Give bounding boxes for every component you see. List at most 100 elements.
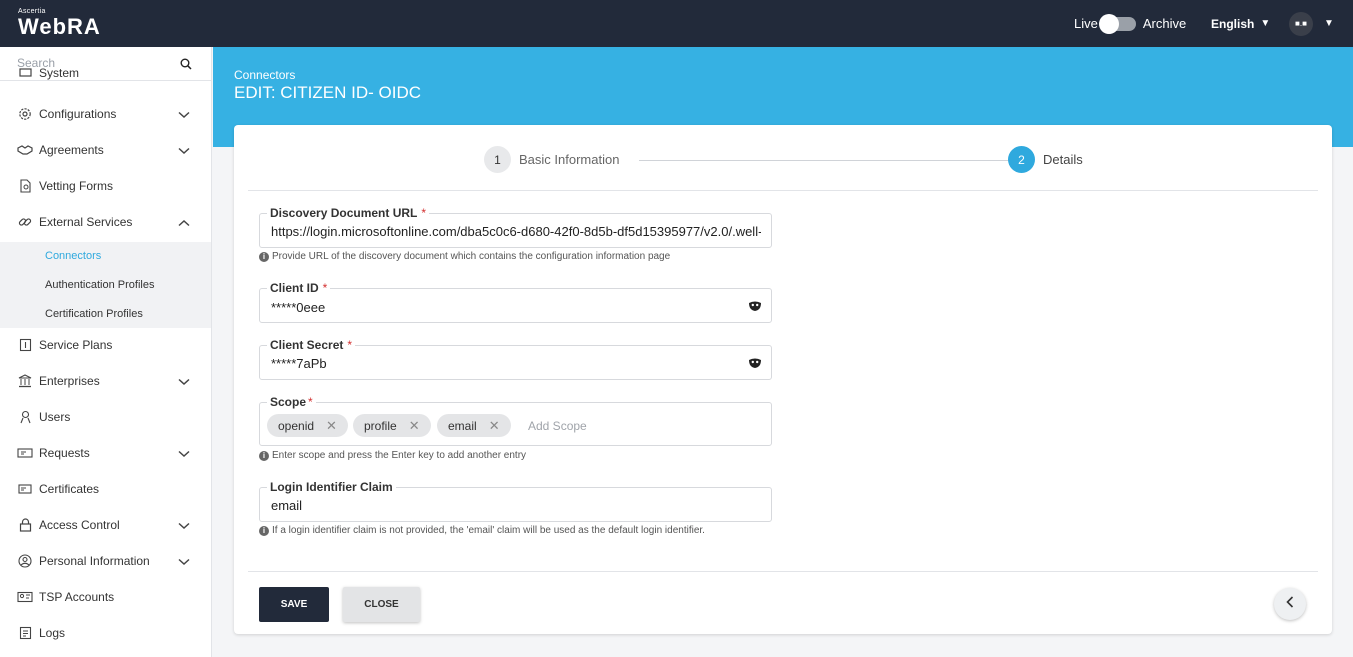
scope-chip: openid ✕ — [267, 414, 348, 437]
sidebar-item-external-services[interactable]: External Services — [0, 204, 211, 240]
sidebar-item-label: Service Plans — [39, 338, 113, 352]
client-id-label: Client ID — [270, 281, 319, 295]
login-claim-field[interactable]: Login Identifier Claim email — [259, 480, 772, 522]
step-label: Basic Information — [519, 152, 620, 167]
sidebar-item-label: Vetting Forms — [39, 179, 114, 193]
system-icon — [17, 65, 33, 81]
login-claim-label: Login Identifier Claim — [267, 480, 396, 494]
chevron-down-icon — [178, 375, 190, 389]
sidebar-subitem-certification-profiles[interactable]: Certification Profiles — [45, 308, 143, 320]
sidebar-item-requests[interactable]: Requests — [0, 435, 211, 471]
avatar: ■.■ — [1289, 11, 1313, 36]
user-circle-icon — [17, 553, 33, 569]
sidebar-subitem-connectors[interactable]: Connectors — [45, 250, 101, 262]
archive-label: Archive — [1142, 16, 1187, 31]
close-icon[interactable]: ✕ — [326, 418, 337, 434]
sidebar-item-agreements[interactable]: Agreements — [0, 132, 211, 168]
language-selector[interactable]: English ▼ — [1211, 0, 1270, 47]
sidebar-item-system[interactable]: System — [0, 63, 211, 83]
add-scope-input[interactable]: Add Scope — [528, 419, 587, 433]
client-secret-label: Client Secret — [270, 338, 344, 352]
step-basic-information[interactable]: 1 Basic Information — [484, 146, 619, 173]
sidebar-item-service-plans[interactable]: Service Plans — [0, 327, 211, 363]
field-label: Discovery Document URL * — [267, 206, 430, 220]
chevron-down-icon: ▼ — [1260, 18, 1271, 29]
sidebar-item-label: External Services — [39, 215, 133, 229]
login-claim-value: email — [271, 498, 303, 513]
required-marker: * — [308, 395, 313, 409]
field-label: Client Secret * — [267, 338, 356, 352]
close-icon[interactable]: ✕ — [409, 418, 420, 434]
language-label: English — [1211, 16, 1255, 31]
mask-toggle-icon[interactable] — [748, 299, 762, 317]
breadcrumb[interactable]: Connectors — [234, 68, 295, 82]
sidebar-item-tsp-accounts[interactable]: TSP Accounts — [0, 579, 211, 615]
sidebar: System Configurations Agreements Vetting… — [0, 47, 212, 657]
user-badge-icon — [17, 409, 33, 425]
chip-label: email — [448, 418, 477, 433]
hint-text: Provide URL of the discovery document wh… — [272, 251, 671, 262]
hint-text: Enter scope and press the Enter key to a… — [272, 450, 527, 461]
info-icon: i — [259, 450, 269, 461]
sidebar-item-enterprises[interactable]: Enterprises — [0, 363, 211, 399]
chip-label: profile — [364, 418, 397, 433]
close-icon[interactable]: ✕ — [489, 418, 500, 434]
sidebar-item-vetting-forms[interactable]: Vetting Forms — [0, 168, 211, 204]
account-card-icon — [17, 589, 33, 605]
live-archive-switch: Live Archive — [1074, 0, 1186, 47]
client-secret-field[interactable]: Client Secret * *****7aPb — [259, 338, 772, 380]
sidebar-item-personal-information[interactable]: Personal Information — [0, 543, 211, 579]
sidebar-item-label: Agreements — [39, 143, 104, 157]
discovery-url-hint: i Provide URL of the discovery document … — [259, 251, 670, 262]
field-label: Client ID * — [267, 281, 331, 295]
user-menu[interactable]: ■.■ ▼ — [1289, 0, 1334, 47]
save-button[interactable]: SAVE — [259, 587, 329, 622]
sidebar-item-label: Logs — [39, 626, 66, 640]
mask-toggle-icon[interactable] — [748, 356, 762, 374]
bank-icon — [17, 373, 33, 389]
step-details[interactable]: 2 Details — [1008, 146, 1083, 173]
sidebar-item-logs[interactable]: Logs — [0, 615, 211, 651]
page-title: EDIT: CITIZEN ID- OIDC — [234, 83, 421, 102]
requests-icon — [17, 445, 33, 461]
sidebar-item-users[interactable]: Users — [0, 399, 211, 435]
plan-icon — [17, 337, 33, 353]
sidebar-item-label: System — [39, 66, 80, 80]
collapse-button[interactable] — [1274, 588, 1306, 620]
logs-icon — [17, 625, 33, 641]
chevron-down-icon — [178, 519, 190, 533]
toggle-knob — [1098, 13, 1119, 34]
sidebar-item-label: Requests — [39, 446, 90, 460]
step-connector — [639, 160, 1011, 161]
required-marker: * — [347, 338, 353, 352]
handshake-icon — [17, 142, 33, 158]
live-archive-toggle[interactable] — [1098, 13, 1136, 34]
sidebar-item-configurations[interactable]: Configurations — [0, 96, 211, 132]
sidebar-subitem-authentication-profiles[interactable]: Authentication Profiles — [45, 279, 154, 291]
external-services-submenu: Connectors Authentication Profiles Certi… — [0, 242, 211, 328]
certificate-icon — [17, 481, 33, 497]
step-number: 1 — [484, 146, 511, 173]
sidebar-item-label: Enterprises — [39, 374, 100, 388]
sidebar-item-label: Users — [39, 410, 71, 424]
sidebar-item-access-control[interactable]: Access Control — [0, 507, 211, 543]
sidebar-item-certificates[interactable]: Certificates — [0, 471, 211, 507]
lock-icon — [17, 517, 33, 533]
scope-chip: email ✕ — [437, 414, 511, 437]
discovery-url-field[interactable]: Discovery Document URL * https://login.mi… — [259, 206, 772, 248]
sidebar-item-label: TSP Accounts — [39, 590, 115, 604]
required-marker: * — [421, 206, 427, 220]
chevron-down-icon — [178, 555, 190, 569]
close-button[interactable]: CLOSE — [343, 587, 420, 622]
sidebar-item-label: Configurations — [39, 107, 117, 121]
client-id-field[interactable]: Client ID * *****0eee — [259, 281, 772, 323]
sidebar-item-label: Certificates — [39, 482, 100, 496]
app-logo[interactable]: Ascertia WebRA — [18, 8, 101, 39]
scope-field[interactable]: Scope * openid ✕ profile ✕ email ✕ Add Scope — [259, 395, 772, 446]
gear-icon — [17, 106, 33, 122]
scope-label: Scope — [270, 395, 307, 409]
divider — [248, 571, 1318, 572]
app-name: WebRA — [18, 14, 101, 39]
discovery-url-label: Discovery Document URL — [270, 206, 418, 220]
sidebar-item-label: Personal Information — [39, 554, 150, 568]
